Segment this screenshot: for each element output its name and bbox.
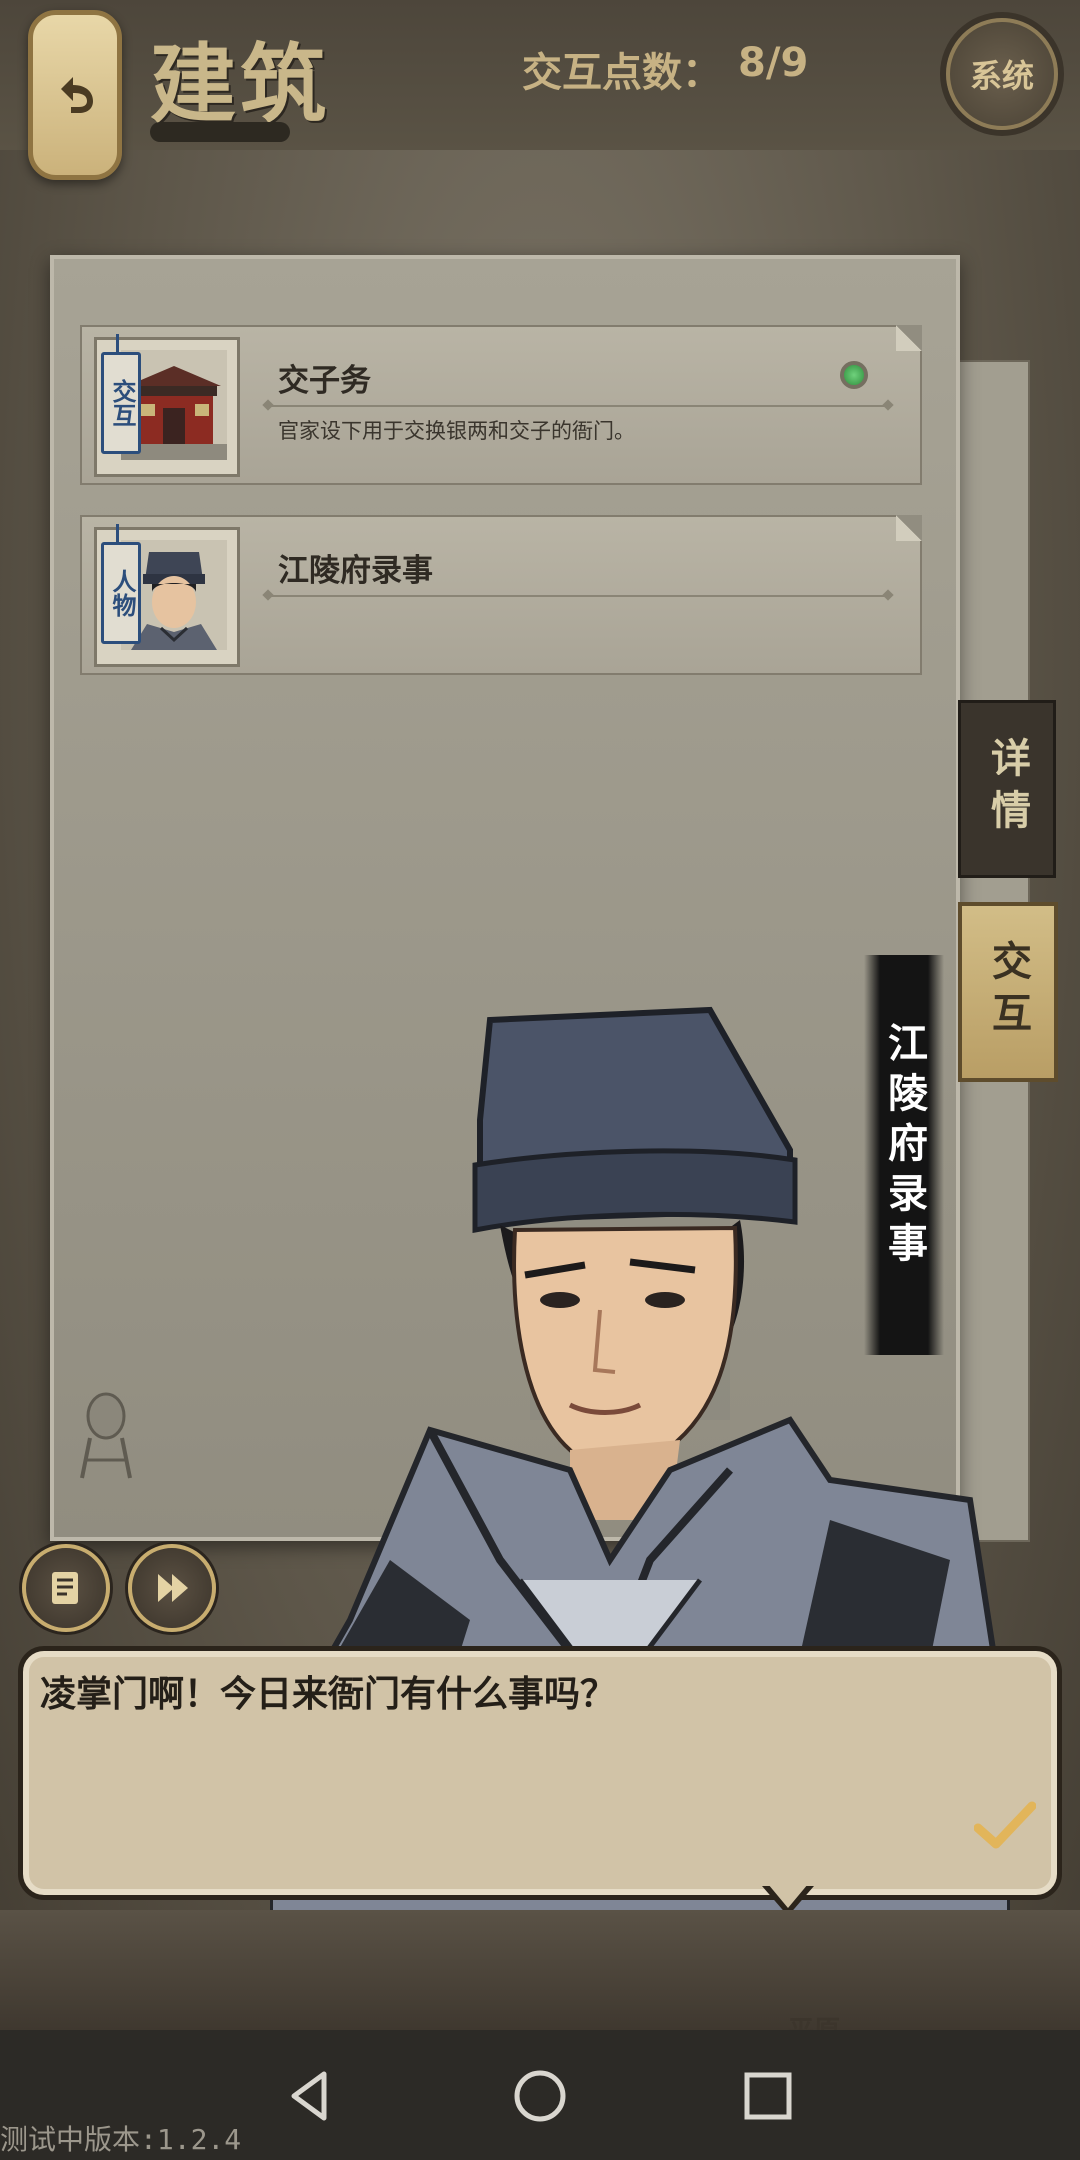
drum-icon [80,1392,132,1479]
list-item-jiangling-clerk[interactable]: 人物 江陵府录事 [80,515,922,675]
tab-details[interactable]: 详情 [958,700,1056,878]
fast-forward-icon [158,1574,188,1602]
interaction-points-label: 交互点数： [522,50,722,96]
system-button[interactable]: 系统 [946,18,1058,130]
building-thumbnail: 交互 [94,334,240,477]
interaction-points-value: 8/9 [738,40,809,86]
divider [268,595,888,597]
card-title: 江陵府录事 [278,553,433,589]
dialogue-tail-fill [768,1884,808,1908]
back-arrow-icon [61,77,93,113]
character-name: 江陵府录事 [881,1022,927,1272]
check-icon[interactable] [974,1800,1036,1852]
tag-cord [116,524,119,544]
title-underline [150,122,290,142]
nav-back-icon[interactable] [280,2066,340,2126]
skip-button[interactable] [128,1544,216,1632]
divider [268,405,888,407]
dialogue-log-button[interactable] [22,1544,110,1632]
card-description: 官家设下用于交换银两和交子的衙门。 [278,419,635,443]
back-button[interactable] [28,10,122,180]
version-label: 测试中版本:1.2.4 [0,2123,242,2156]
nav-home-icon[interactable] [510,2066,570,2126]
page-title: 建筑 [150,34,330,135]
background-strip [0,1910,1080,2030]
character-thumbnail: 人物 [94,524,240,667]
dialogue-text: 凌掌门啊！今日来衙门有什么事吗？ [40,1674,617,1715]
tag-cord [116,334,119,354]
card-title: 交子务 [278,363,371,399]
list-item-jiaozi-office[interactable]: 交互 交子务 官家设下用于交换银两和交子的衙门。 [80,325,922,485]
card-tag: 人物 [101,542,141,644]
status-indicator-icon [840,361,868,389]
nav-recent-icon[interactable] [738,2066,798,2126]
log-icon [52,1572,78,1604]
card-tag: 交互 [101,352,141,454]
